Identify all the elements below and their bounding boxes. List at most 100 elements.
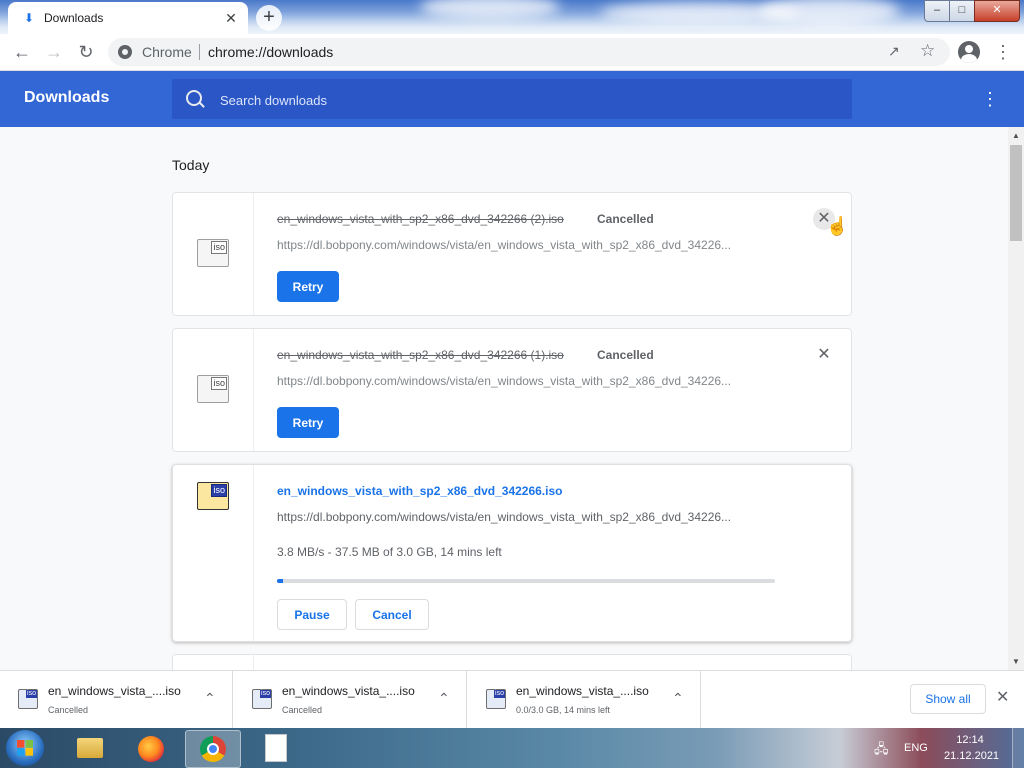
chevron-up-icon[interactable]: ⌃ <box>204 690 216 707</box>
download-shelf: iso en_windows_vista_....iso Cancelled ⌃… <box>0 670 1024 729</box>
downloads-header: Downloads ⋮ <box>0 71 1024 127</box>
share-icon[interactable]: ↗ <box>888 43 900 60</box>
file-name-link[interactable]: en_windows_vista_with_sp2_x86_dvd_342266… <box>277 484 562 498</box>
folder-icon <box>77 738 103 758</box>
retry-button[interactable]: Retry <box>277 407 339 438</box>
file-icon-column: iso <box>173 193 254 315</box>
avatar-icon[interactable] <box>958 41 980 63</box>
shelf-item[interactable]: iso en_windows_vista_....iso Cancelled ⌃ <box>234 671 467 729</box>
shelf-item-name: en_windows_vista_....iso <box>516 684 649 698</box>
chevron-up-icon[interactable]: ⌃ <box>672 690 684 707</box>
window-titlebar: ⬇ Downloads ✕ + – □ ✕ <box>0 0 1024 34</box>
file-name: en_windows_vista_with_sp2_x86_dvd_342266… <box>277 348 564 362</box>
tab-title: Downloads <box>44 11 104 25</box>
document-icon <box>265 734 287 762</box>
show-all-button[interactable]: Show all <box>910 684 986 714</box>
clock-time[interactable]: 12:14 <box>944 734 996 746</box>
back-arrow-icon[interactable]: ← <box>10 40 34 64</box>
download-status: Cancelled <box>597 212 654 226</box>
file-url[interactable]: https://dl.bobpony.com/windows/vista/en_… <box>277 510 731 524</box>
shelf-item[interactable]: iso en_windows_vista_....iso Cancelled ⌃ <box>0 671 233 729</box>
download-icon: ⬇ <box>23 11 35 25</box>
file-name: en_windows_vista_with_sp2_x86_dvd_342266… <box>277 212 564 226</box>
progress-bar <box>277 579 775 583</box>
sky-cloud <box>420 0 560 20</box>
search-input[interactable] <box>218 79 842 121</box>
address-separator <box>199 44 200 60</box>
cancel-button[interactable]: Cancel <box>355 599 429 630</box>
file-url[interactable]: https://dl.bobpony.com/windows/vista/en_… <box>277 238 731 252</box>
iso-file-icon: iso <box>18 689 38 709</box>
section-date-label: Today <box>172 157 210 173</box>
file-type-tag: iso <box>211 484 227 497</box>
reload-icon[interactable]: ↻ <box>74 40 98 64</box>
download-card: iso en_windows_vista_with_sp2_x86_dvd_34… <box>172 192 852 316</box>
window-close-button[interactable]: ✕ <box>974 0 1020 22</box>
network-icon[interactable]: 🖧 <box>874 740 889 762</box>
file-icon-column: iso <box>173 465 254 641</box>
shelf-item-name: en_windows_vista_....iso <box>282 684 415 698</box>
file-icon-column <box>173 655 254 670</box>
more-vert-icon[interactable]: ⋮ <box>994 41 1012 63</box>
minimize-button[interactable]: – <box>924 0 950 22</box>
clock-date[interactable]: 21.12.2021 <box>944 750 999 762</box>
new-tab-button[interactable]: + <box>256 5 282 31</box>
remove-icon[interactable]: ✕ <box>813 344 835 366</box>
file-icon-column: iso <box>173 329 254 451</box>
language-indicator[interactable]: ENG <box>904 742 928 754</box>
taskbar-chrome[interactable] <box>185 730 241 768</box>
scroll-up-icon[interactable]: ▲ <box>1012 131 1020 140</box>
progress-text: 3.8 MB/s - 37.5 MB of 3.0 GB, 14 mins le… <box>277 545 502 559</box>
windows-logo-icon <box>17 740 33 756</box>
page-title: Downloads <box>24 89 110 106</box>
close-icon[interactable]: ✕ <box>996 687 1009 707</box>
iso-file-icon: iso <box>252 689 272 709</box>
address-bar[interactable]: Chrome chrome://downloads ↗ ☆ <box>108 38 950 66</box>
close-icon[interactable]: ✕ <box>222 9 240 27</box>
shelf-item-status: Cancelled <box>282 705 323 715</box>
search-icon[interactable] <box>186 90 202 106</box>
more-vert-icon[interactable]: ⋮ <box>980 88 1000 110</box>
pause-button[interactable]: Pause <box>277 599 347 630</box>
chrome-icon <box>200 736 226 762</box>
download-card: iso en_windows_vista_with_sp2_x86_dvd_34… <box>172 328 852 452</box>
sky-cloud <box>760 0 900 26</box>
iso-file-icon: iso <box>197 375 229 403</box>
taskbar-document[interactable] <box>247 730 301 766</box>
file-url[interactable]: https://dl.bobpony.com/windows/vista/en_… <box>277 374 731 388</box>
download-status: Cancelled <box>597 348 654 362</box>
chevron-up-icon[interactable]: ⌃ <box>438 690 450 707</box>
iso-file-icon: iso <box>197 482 229 510</box>
tab-downloads[interactable]: ⬇ Downloads ✕ <box>8 2 248 34</box>
firefox-icon <box>138 736 164 762</box>
shelf-item-name: en_windows_vista_....iso <box>48 684 181 698</box>
retry-button[interactable]: Retry <box>277 271 339 302</box>
downloads-list: Today iso en_windows_vista_with_sp2_x86_… <box>0 127 1008 670</box>
iso-file-icon: iso <box>197 239 229 267</box>
page-scrollbar[interactable]: ▲ ▼ <box>1008 127 1024 670</box>
maximize-button[interactable]: □ <box>949 0 975 22</box>
scroll-down-icon[interactable]: ▼ <box>1012 657 1020 666</box>
forward-arrow-icon[interactable]: → <box>42 40 66 64</box>
show-desktop-button[interactable] <box>1012 728 1024 768</box>
start-button[interactable] <box>6 730 44 766</box>
star-icon[interactable]: ☆ <box>920 41 935 61</box>
site-name: Chrome <box>142 44 192 60</box>
shelf-item-status: Cancelled <box>48 705 89 715</box>
url-text[interactable]: chrome://downloads <box>208 44 333 60</box>
windows-taskbar: 🖧 ENG 12:14 21.12.2021 <box>0 728 1024 768</box>
scrollbar-thumb[interactable] <box>1010 145 1022 241</box>
taskbar-explorer[interactable] <box>62 730 116 766</box>
file-type-tag: iso <box>260 690 271 698</box>
progress-bar-fill <box>277 579 284 583</box>
file-type-tag: iso <box>494 690 505 698</box>
file-type-tag: iso <box>26 690 37 698</box>
hand-cursor-icon: ☝ <box>826 216 849 236</box>
search-box[interactable] <box>172 79 852 121</box>
shelf-item-status: 0.0/3.0 GB, 14 mins left <box>516 705 611 715</box>
chrome-site-icon <box>118 45 132 59</box>
browser-toolbar: ← → ↻ Chrome chrome://downloads ↗ ☆ ⋮ <box>0 34 1024 71</box>
iso-file-icon: iso <box>486 689 506 709</box>
shelf-item[interactable]: iso en_windows_vista_....iso 0.0/3.0 GB,… <box>468 671 701 729</box>
taskbar-firefox[interactable] <box>124 730 178 766</box>
